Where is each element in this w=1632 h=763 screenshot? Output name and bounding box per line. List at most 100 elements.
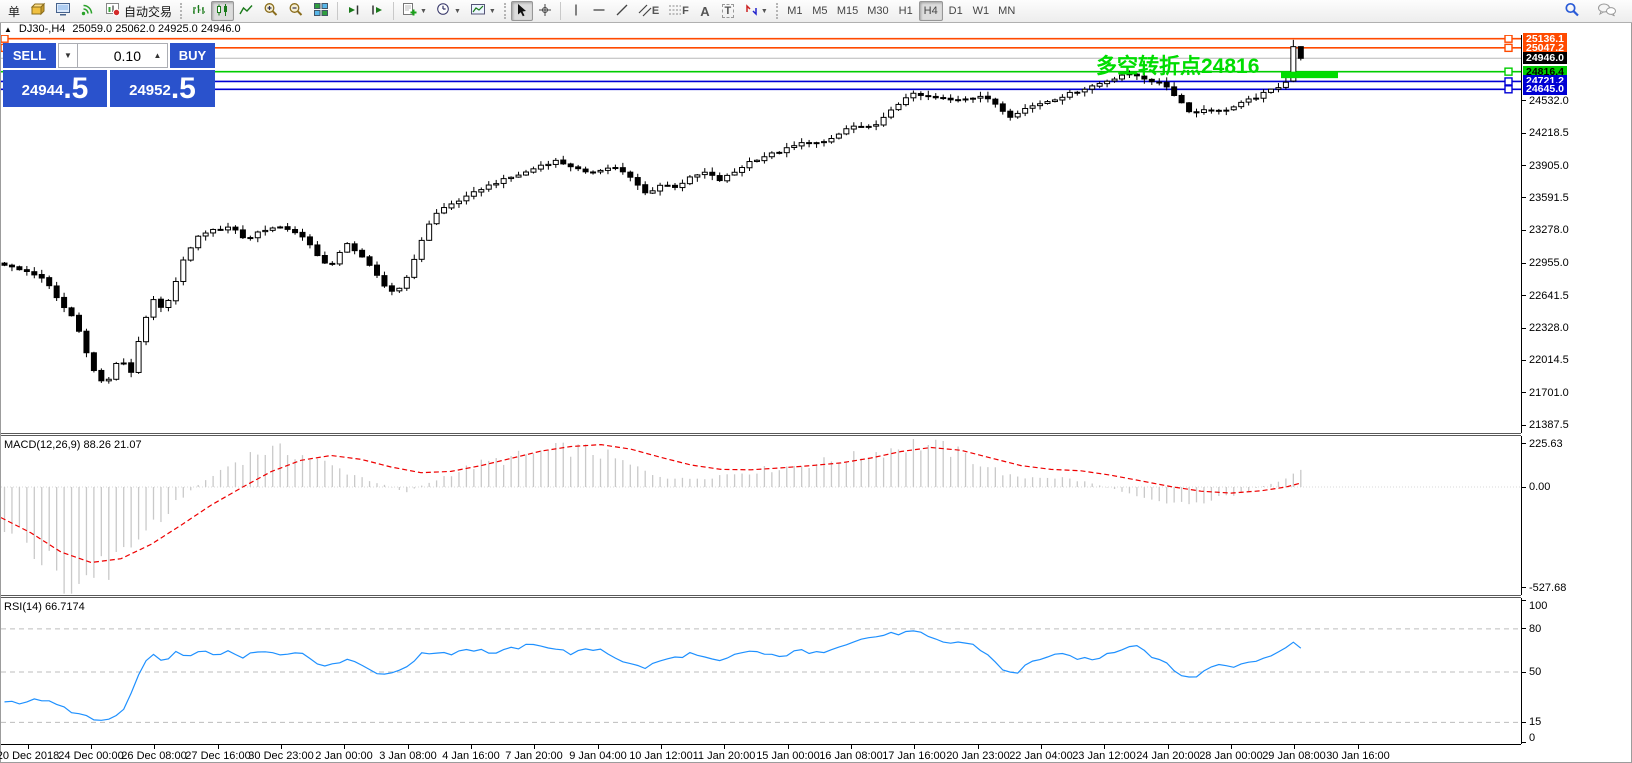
- price-level-chip: 24946.0: [1523, 52, 1567, 65]
- arrows-tool-button[interactable]: ▼: [740, 1, 772, 21]
- candle-body: [813, 142, 820, 145]
- toolbar-separator: [337, 2, 339, 20]
- price-tick-mark: [1522, 424, 1526, 426]
- indicators-button[interactable]: ▼: [398, 1, 431, 21]
- candle-body: [113, 362, 120, 380]
- price-tick-mark: [1522, 295, 1526, 297]
- signal-icon: [80, 2, 96, 20]
- candle-body: [657, 184, 664, 192]
- mt4-terminal: 单 自动交易 ▼ ▼ ▼ E F A T ▼ M1 M5 M15 M30 H1 …: [0, 0, 1632, 763]
- new-order-button[interactable]: 单: [3, 1, 25, 21]
- text-tool-button[interactable]: A: [694, 1, 716, 21]
- candle-body: [694, 174, 701, 178]
- timeframe-button-m15[interactable]: M15: [833, 1, 862, 21]
- timeframe-button-mn[interactable]: MN: [994, 1, 1019, 21]
- time-axis-label: 22 Jan 04:00: [1009, 750, 1073, 762]
- candle-body: [351, 243, 358, 252]
- volume-decrease-button[interactable]: ▼: [58, 43, 78, 68]
- price-tick-mark: [1522, 165, 1526, 167]
- time-tick-mark: [344, 745, 345, 749]
- sell-price-main: 24944: [21, 82, 64, 99]
- candle-body: [768, 152, 775, 158]
- candle-body: [8, 264, 15, 268]
- candle-body: [999, 103, 1006, 112]
- signal-broadcast-button[interactable]: [76, 1, 100, 21]
- candle-body: [940, 97, 947, 100]
- equidistant-channel-tool-button[interactable]: E: [634, 1, 663, 21]
- tile-windows-icon: [313, 2, 329, 20]
- zoom-in-button[interactable]: [259, 1, 283, 21]
- search-button[interactable]: [1560, 1, 1585, 21]
- vertical-line-tool-button[interactable]: [565, 1, 587, 21]
- timeframe-button-w1[interactable]: W1: [969, 1, 994, 21]
- volume-input[interactable]: 0.10: [77, 43, 149, 68]
- fibonacci-tool-button[interactable]: F: [664, 1, 693, 21]
- search-icon: [1564, 2, 1581, 21]
- candle-body: [552, 159, 559, 165]
- zoom-out-button[interactable]: [284, 1, 308, 21]
- rsi-axis[interactable]: 100 80 50 15 0: [1521, 598, 1632, 744]
- periods-button[interactable]: ▼: [432, 1, 465, 21]
- candle-body: [433, 212, 440, 225]
- auto-trading-button[interactable]: 自动交易: [101, 1, 176, 21]
- templates-button[interactable]: ▼: [466, 1, 500, 21]
- price-axis[interactable]: 24532.0 24218.5 23905.0 23591.5 23278.0 22955…: [1521, 32, 1632, 433]
- time-axis-label: 7 Jan 20:00: [505, 750, 563, 762]
- toolbar-grip[interactable]: [503, 3, 507, 19]
- cursor-tool-button[interactable]: [510, 1, 533, 21]
- line-chart-type-button[interactable]: [235, 1, 258, 21]
- crosshair-tool-button[interactable]: [534, 1, 556, 21]
- price-tick-label: 23591.5: [1529, 191, 1569, 204]
- candlestick-chart-type-button[interactable]: [211, 1, 235, 21]
- timeframe-button-h1[interactable]: H1: [894, 1, 918, 21]
- timeframe-button-h4[interactable]: H4: [918, 1, 943, 21]
- sell-button[interactable]: SELL: [3, 43, 56, 68]
- candle-body: [500, 178, 507, 184]
- history-center-button[interactable]: [26, 1, 50, 21]
- price-tick-label: 22955.0: [1529, 257, 1569, 270]
- time-axis[interactable]: 20 Dec 2018 24 Dec 00:00 26 Dec 08:00 27 De…: [0, 744, 1521, 763]
- horizontal-line-tool-button[interactable]: [588, 1, 610, 21]
- candle-body: [493, 183, 500, 186]
- bar-chart-type-button[interactable]: [187, 1, 210, 21]
- candle-body: [187, 247, 194, 261]
- candle-body: [76, 314, 82, 332]
- buy-price-button[interactable]: 24952 .5: [110, 70, 215, 107]
- toolbar-grip[interactable]: [775, 3, 779, 19]
- timeframe-button-m30[interactable]: M30: [863, 1, 892, 21]
- collapse-triangle-icon[interactable]: ▲: [4, 25, 12, 34]
- sell-price-button[interactable]: 24944 .5: [3, 70, 107, 107]
- chat-button[interactable]: [1593, 1, 1621, 21]
- candle-body: [560, 159, 567, 165]
- pane-separator[interactable]: [1, 433, 1521, 436]
- chart-shift-button[interactable]: [366, 1, 389, 21]
- candle-body: [239, 229, 246, 239]
- candle-body: [992, 98, 999, 105]
- pane-separator[interactable]: [1, 595, 1521, 598]
- rsi-pane-canvas[interactable]: [1, 598, 1521, 744]
- candle-body: [783, 147, 790, 154]
- volume-increase-button[interactable]: ▲: [148, 43, 168, 68]
- toolbar-grip[interactable]: [180, 3, 183, 19]
- candle-body: [895, 103, 902, 111]
- time-tick-mark: [788, 745, 789, 749]
- candle-body: [545, 163, 552, 167]
- text-label-tool-button[interactable]: T: [717, 1, 739, 21]
- timeframe-button-m5[interactable]: M5: [808, 1, 832, 21]
- candle-body: [828, 137, 835, 143]
- auto-scroll-button[interactable]: [342, 1, 365, 21]
- timeframe-button-d1[interactable]: D1: [944, 1, 968, 21]
- tile-windows-button[interactable]: [309, 1, 333, 21]
- candle-body: [776, 151, 783, 154]
- candle-body: [1051, 99, 1058, 103]
- macd-axis[interactable]: 225.63 0.00 -527.68: [1521, 436, 1632, 595]
- macd-pane-canvas[interactable]: [1, 436, 1521, 595]
- chart-title-bar[interactable]: ▲ DJ30-,H4 25059.0 25062.0 24925.0 24946…: [1, 23, 241, 35]
- candle-body: [329, 262, 336, 265]
- spin-down-icon: ▼: [64, 51, 72, 60]
- trendline-tool-button[interactable]: [611, 1, 633, 21]
- main-chart-canvas[interactable]: 多空转折点24816: [1, 35, 1521, 433]
- timeframe-button-m1[interactable]: M1: [783, 1, 807, 21]
- terminal-window-button[interactable]: [51, 1, 75, 21]
- buy-button[interactable]: BUY: [170, 43, 215, 68]
